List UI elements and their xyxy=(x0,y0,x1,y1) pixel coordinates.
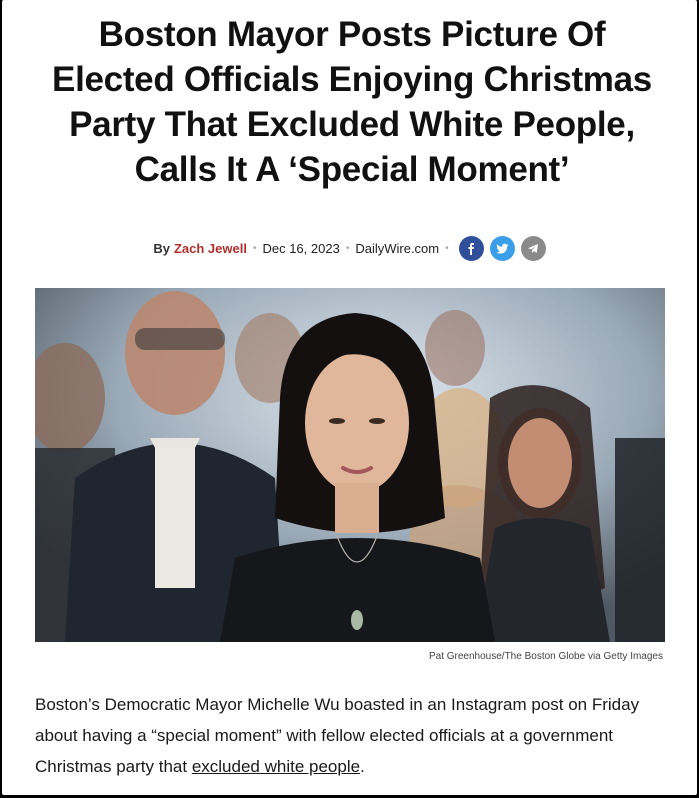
telegram-icon xyxy=(528,243,539,253)
photo-credit: Pat Greenhouse/The Boston Globe via Gett… xyxy=(428,651,663,662)
separator-dot: • xyxy=(445,243,449,254)
share-buttons xyxy=(458,236,546,261)
twitter-share-button[interactable] xyxy=(489,236,515,261)
body-text-end: . xyxy=(360,757,365,776)
publish-date: Dec 16, 2023 xyxy=(262,241,340,256)
separator-dot: • xyxy=(345,243,350,254)
telegram-share-button[interactable] xyxy=(520,236,546,261)
byline: By Zach Jewell • Dec 16, 2023 • DailyWir… xyxy=(2,236,697,261)
article-headline: Boston Mayor Posts Picture Of Elected Of… xyxy=(52,15,652,189)
photo-illustration xyxy=(35,288,665,642)
article-body-paragraph: Boston’s Democratic Mayor Michelle Wu bo… xyxy=(35,689,675,782)
excluded-white-people-link[interactable]: excluded white people xyxy=(192,757,360,776)
separator-dot: • xyxy=(252,243,257,254)
byline-prefix: By xyxy=(153,241,170,256)
author-link[interactable]: Zach Jewell xyxy=(174,241,247,256)
twitter-icon xyxy=(496,243,509,254)
facebook-share-button[interactable] xyxy=(458,236,484,261)
site-name: DailyWire.com xyxy=(355,241,440,256)
article-card: Boston Mayor Posts Picture Of Elected Of… xyxy=(2,0,697,795)
article-photo xyxy=(35,288,665,642)
facebook-icon xyxy=(468,242,475,255)
